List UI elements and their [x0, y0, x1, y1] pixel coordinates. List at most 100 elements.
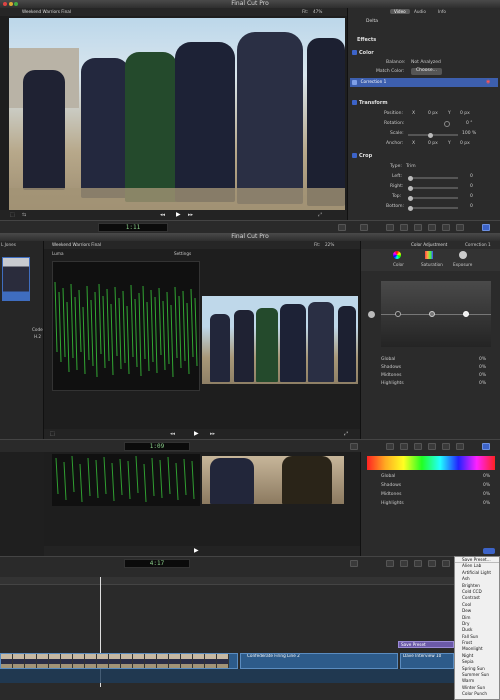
middle-generators-icon[interactable]: [428, 443, 436, 450]
crop-bottom-knob[interactable]: [408, 205, 413, 211]
rotation-value[interactable]: 0 °: [466, 121, 473, 128]
crop-top-slider[interactable]: [408, 195, 458, 201]
scale-slider[interactable]: [408, 132, 458, 138]
puck-shadows[interactable]: [395, 311, 401, 317]
position-x-value[interactable]: 0 px: [428, 111, 438, 118]
position-y-value[interactable]: 0 px: [460, 111, 470, 118]
middle-play-icon[interactable]: ▶: [194, 430, 199, 437]
transitions-icon[interactable]: [456, 224, 464, 231]
crop-bottom-value[interactable]: 0: [470, 204, 473, 211]
view-options-icon[interactable]: ⬚: [10, 212, 15, 218]
themes-icon[interactable]: [442, 224, 450, 231]
color-wheel-icon[interactable]: [393, 251, 401, 259]
timecode-display[interactable]: 1:11: [98, 223, 168, 232]
camera-icon[interactable]: [386, 224, 394, 231]
bottom-music-icon[interactable]: [400, 560, 408, 567]
middle-titles-icon[interactable]: [414, 443, 422, 450]
zoom-icon[interactable]: [14, 2, 19, 6]
range2-midtones-label[interactable]: Midtones: [381, 492, 401, 499]
range-highlights-label[interactable]: Highlights: [381, 381, 404, 388]
generators-icon[interactable]: [428, 224, 436, 231]
crop-left-slider[interactable]: [408, 175, 458, 181]
color-enable-checkbox[interactable]: [352, 50, 357, 55]
crop-checkbox[interactable]: [352, 153, 357, 158]
tab-saturation[interactable]: Saturation: [421, 262, 443, 267]
connected-clip[interactable]: Save Preset: [398, 641, 454, 648]
bottom-themes-icon[interactable]: [442, 560, 450, 567]
crop-left-knob[interactable]: [408, 175, 413, 181]
range-shadows-label[interactable]: Shadows: [381, 365, 401, 372]
clip-primary-2[interactable]: Confederate Firing Line 2: [240, 653, 398, 669]
browser-thumbnail[interactable]: [2, 257, 30, 301]
enhance-icon[interactable]: ⇆: [22, 212, 26, 218]
correction-row[interactable]: Correction 1 ◉: [350, 78, 498, 87]
saturation-icon[interactable]: [425, 251, 433, 259]
fullscreen-icon[interactable]: ⤢: [318, 212, 322, 218]
middle-transitions-icon[interactable]: [456, 443, 464, 450]
clip-primary-3[interactable]: Dave Interview 10: [400, 653, 454, 669]
play-icon[interactable]: ▶: [176, 211, 181, 218]
middle-zoom-popup[interactable]: 22%: [325, 242, 334, 247]
bottom-camera-icon[interactable]: [386, 560, 394, 567]
tab-color[interactable]: Color: [393, 262, 404, 267]
bottom-titles-icon[interactable]: [414, 560, 422, 567]
range2-shadows-label[interactable]: Shadows: [381, 483, 401, 490]
anchor-x-value[interactable]: 0 px: [428, 141, 438, 148]
range2-global-label[interactable]: Global: [381, 474, 395, 481]
presets-popup-icon[interactable]: [483, 548, 495, 554]
choose-button[interactable]: Choose...: [411, 68, 442, 75]
connect-clip-icon[interactable]: [360, 224, 368, 231]
music-icon[interactable]: [400, 224, 408, 231]
titles-icon[interactable]: [414, 224, 422, 231]
preset-item[interactable]: Color Punch: [455, 691, 499, 697]
minimize-icon[interactable]: [8, 2, 13, 6]
inspector-toggle-icon[interactable]: [482, 224, 490, 231]
crop-type-popup[interactable]: Trim: [406, 164, 416, 171]
crop-top-knob[interactable]: [408, 195, 413, 201]
middle-camera-icon[interactable]: [386, 443, 394, 450]
transform-checkbox[interactable]: [352, 100, 357, 105]
correction-checkbox[interactable]: [352, 80, 357, 85]
crop-right-knob[interactable]: [408, 185, 413, 191]
close-icon[interactable]: [3, 2, 7, 6]
middle-inspector-toggle-icon[interactable]: [482, 443, 490, 450]
tab-video[interactable]: Video: [390, 9, 410, 14]
middle-next-icon[interactable]: ▸▸: [210, 431, 215, 437]
scale-slider-knob[interactable]: [428, 132, 433, 138]
crop-bottom-slider[interactable]: [408, 205, 458, 211]
crop-top-value[interactable]: 0: [470, 194, 473, 201]
global-puck[interactable]: [368, 311, 375, 318]
exposure-board[interactable]: [381, 281, 491, 347]
range2-highlights-label[interactable]: Highlights: [381, 501, 404, 508]
select-tool-icon[interactable]: [338, 224, 346, 231]
scope-settings-button[interactable]: Settings: [174, 251, 191, 256]
bottom-timecode-display[interactable]: 4:17: [124, 559, 190, 568]
play-around-icon[interactable]: ◂◂: [160, 212, 165, 218]
bottom-generators-icon[interactable]: [428, 560, 436, 567]
scale-value[interactable]: 100 %: [462, 131, 476, 138]
color-board-icon[interactable]: ◉: [486, 79, 490, 85]
hue-spectrum[interactable]: [367, 456, 495, 470]
rotation-dial[interactable]: [444, 121, 450, 127]
next-icon[interactable]: ▸▸: [188, 212, 193, 218]
range-midtones-label[interactable]: Midtones: [381, 373, 401, 380]
lower-play-icon[interactable]: ▶: [194, 547, 199, 554]
audio-track[interactable]: [0, 669, 454, 683]
clip-primary-1[interactable]: [0, 653, 238, 669]
anchor-y-value[interactable]: 0 px: [460, 141, 470, 148]
puck-highlights[interactable]: [463, 311, 469, 317]
tab-info[interactable]: Info: [438, 9, 446, 14]
range-global-label[interactable]: Global: [381, 357, 395, 364]
zoom-popup[interactable]: 47%: [313, 9, 322, 14]
puck-midtones[interactable]: [429, 311, 435, 317]
middle-select-tool-icon[interactable]: [350, 443, 358, 450]
middle-view-options-icon[interactable]: ⬚: [50, 431, 55, 437]
middle-fullscreen-icon[interactable]: ⤢: [344, 431, 348, 437]
middle-music-icon[interactable]: [400, 443, 408, 450]
crop-right-slider[interactable]: [408, 185, 458, 191]
middle-themes-icon[interactable]: [442, 443, 450, 450]
tab-audio[interactable]: Audio: [414, 9, 426, 14]
exposure-icon[interactable]: [459, 251, 467, 259]
middle-prev-icon[interactable]: ◂◂: [170, 431, 175, 437]
crop-left-value[interactable]: 0: [470, 174, 473, 181]
